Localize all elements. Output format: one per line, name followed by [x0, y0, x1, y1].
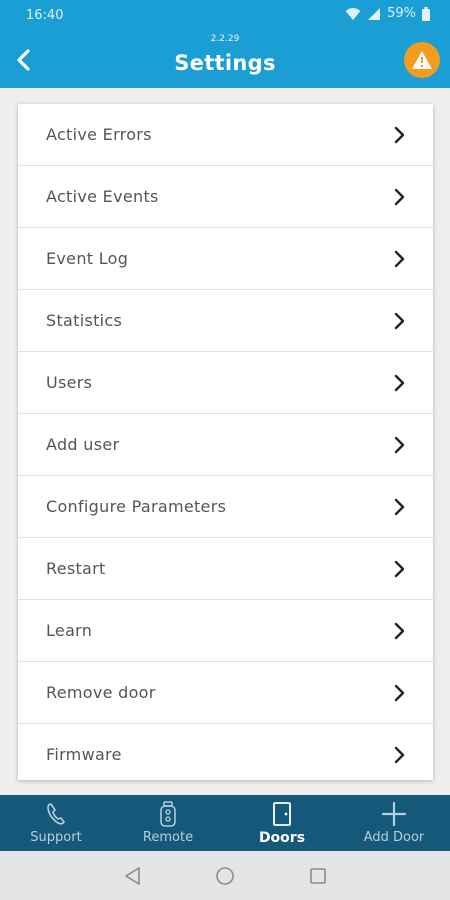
menu-item-label: Event Log [46, 249, 129, 268]
menu-item-label: Active Events [46, 187, 159, 206]
app-bar: 2.2.29 Settings [0, 32, 450, 88]
menu-item-label: Users [46, 373, 93, 392]
tab-label: Remote [142, 830, 194, 845]
menu-item-label: Configure Parameters [46, 497, 227, 516]
menu-item-firmware[interactable]: Firmware [18, 724, 433, 786]
alert-button[interactable] [404, 42, 440, 78]
plus-icon [381, 801, 407, 827]
chevron-right-icon [394, 126, 405, 144]
menu-item-label: Remove door [46, 683, 156, 702]
tab-label: Doors [258, 830, 306, 846]
signal-icon [368, 7, 381, 20]
remote-icon [160, 801, 176, 827]
chevron-right-icon [394, 560, 405, 578]
menu-item-event-log[interactable]: Event Log [18, 228, 433, 290]
chevron-right-icon [394, 188, 405, 206]
chevron-right-icon [394, 746, 405, 764]
status-icons: 59% [345, 6, 430, 21]
phone-icon [47, 803, 65, 825]
chevron-right-icon [394, 622, 405, 640]
status-bar: 16:40 59% [0, 0, 450, 32]
menu-item-active-errors[interactable]: Active Errors [18, 104, 433, 166]
door-icon [273, 802, 291, 826]
menu-item-statistics[interactable]: Statistics [18, 290, 433, 352]
menu-item-label: Add user [46, 435, 120, 454]
app-version: 2.2.29 [210, 34, 240, 44]
nav-home-icon[interactable] [212, 863, 238, 889]
menu-item-configure-parameters[interactable]: Configure Parameters [18, 476, 433, 538]
chevron-right-icon [394, 684, 405, 702]
menu-item-label: Firmware [46, 745, 122, 764]
settings-menu: Active Errors Active Events Event Log St… [18, 104, 433, 780]
menu-item-remove-door[interactable]: Remove door [18, 662, 433, 724]
battery-percent: 59% [387, 6, 416, 21]
tab-doors[interactable]: Doors [226, 795, 338, 851]
battery-icon [422, 6, 430, 21]
tab-label: Support [30, 830, 82, 845]
menu-item-active-events[interactable]: Active Events [18, 166, 433, 228]
menu-item-label: Statistics [46, 311, 123, 330]
tab-remote[interactable]: Remote [112, 795, 224, 851]
system-nav-bar [0, 851, 450, 900]
chevron-right-icon [394, 436, 405, 454]
menu-item-label: Learn [46, 621, 93, 640]
wifi-icon [345, 7, 361, 20]
bottom-tab-bar: Support Remote Doors Add Door [0, 795, 450, 851]
menu-item-label: Restart [46, 559, 106, 578]
chevron-right-icon [394, 498, 405, 516]
menu-item-restart[interactable]: Restart [18, 538, 433, 600]
tab-label: Add Door [363, 830, 425, 845]
tab-add-door[interactable]: Add Door [338, 795, 450, 851]
menu-item-users[interactable]: Users [18, 352, 433, 414]
chevron-right-icon [394, 250, 405, 268]
menu-item-add-user[interactable]: Add user [18, 414, 433, 476]
tab-support[interactable]: Support [0, 795, 112, 851]
menu-item-learn[interactable]: Learn [18, 600, 433, 662]
menu-item-label: Active Errors [46, 125, 152, 144]
warning-icon [412, 51, 432, 69]
nav-recents-icon[interactable] [305, 863, 331, 889]
nav-back-icon[interactable] [120, 863, 146, 889]
chevron-right-icon [394, 312, 405, 330]
chevron-right-icon [394, 374, 405, 392]
status-time: 16:40 [26, 8, 64, 23]
page-title: Settings [174, 51, 276, 75]
